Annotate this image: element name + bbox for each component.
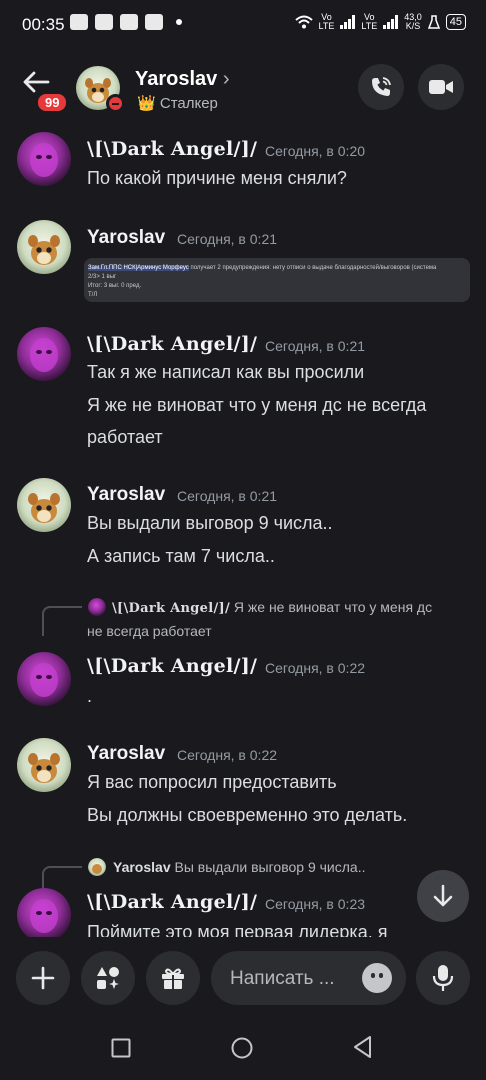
signal-icon xyxy=(383,15,399,29)
avatar[interactable] xyxy=(17,888,71,937)
battery-indicator: 45 xyxy=(445,14,466,30)
timestamp: Сегодня, в 0:21 xyxy=(265,338,366,354)
network-label-1: Vo LTE xyxy=(318,12,335,31)
avatar[interactable] xyxy=(17,220,71,274)
timestamp: Сегодня, в 0:23 xyxy=(265,896,366,912)
crown-icon: 👑 xyxy=(137,95,156,112)
reply-author: \[\Dark Angel/]/ xyxy=(112,601,231,616)
reply-connector xyxy=(42,606,82,636)
network-label-2: Vo LTE xyxy=(361,12,378,31)
timestamp: Сегодня, в 0:20 xyxy=(265,143,366,159)
reply-text: не всегда работает xyxy=(87,623,212,639)
message-text: Вы должны своевременно это делать. xyxy=(87,805,408,825)
video-camera-icon xyxy=(429,80,453,94)
embed-text: Итог: 3 выг. 0 пред. xyxy=(88,283,142,289)
network-speed: 43,0 K/S xyxy=(404,12,422,31)
author-name[interactable]: Yaroslav xyxy=(87,227,165,249)
avatar[interactable] xyxy=(17,738,71,792)
system-indicators: Vo LTE Vo LTE 43,0 K/S 45 xyxy=(294,12,466,31)
unread-badge: 99 xyxy=(36,92,69,113)
message-text: работает xyxy=(87,427,163,447)
message-list[interactable]: \[\Dark Angel/]/ Сегодня, в 0:20 По како… xyxy=(0,122,486,937)
message-text: По какой причине меня сняли? xyxy=(87,168,347,188)
avatar[interactable] xyxy=(17,327,71,381)
message-attachment[interactable]: Зам.Гл.ППС НСК|Арминус Морфеус получает … xyxy=(84,258,470,302)
jump-to-latest-button[interactable] xyxy=(417,870,469,922)
arrow-down-icon xyxy=(433,884,453,907)
apps-icon xyxy=(97,967,119,989)
app-icon xyxy=(145,14,163,30)
phone-icon xyxy=(372,77,391,96)
timestamp: Сегодня, в 0:21 xyxy=(177,231,278,247)
signal-icon xyxy=(340,15,356,29)
message-text: Поймите это моя первая лидерка, я xyxy=(87,922,388,937)
reply-author: Yaroslav xyxy=(113,859,171,875)
reply-text: Вы выдали выговор 9 числа.. xyxy=(174,859,366,875)
plus-icon xyxy=(31,966,55,990)
author-name[interactable]: Yaroslav xyxy=(87,743,165,765)
custom-status: 👑 Сталкер xyxy=(137,94,218,112)
message-text: Вы выдали выговор 9 числа.. xyxy=(87,513,333,533)
home-icon[interactable] xyxy=(231,1037,253,1059)
emoji-icon[interactable] xyxy=(362,963,392,993)
embed-text: 2/3> 1 выг xyxy=(88,274,117,280)
channel-title[interactable]: Yaroslav › xyxy=(135,68,230,91)
attach-button[interactable] xyxy=(16,951,70,1005)
flask-icon xyxy=(427,15,440,29)
timestamp: Сегодня, в 0:21 xyxy=(177,488,278,504)
message-text: А запись там 7 числа.. xyxy=(87,546,275,566)
author-name[interactable]: \[\Dark Angel/]/ xyxy=(87,333,257,355)
author-name[interactable]: \[\Dark Angel/]/ xyxy=(87,655,257,677)
voice-message-button[interactable] xyxy=(416,951,470,1005)
channel-header: 99 Yaroslav › 👑 Сталкер xyxy=(0,56,486,120)
recents-icon[interactable] xyxy=(111,1038,131,1058)
telegram-icon xyxy=(120,14,138,30)
gift-icon xyxy=(162,968,184,989)
recipient-name: Yaroslav xyxy=(135,68,218,90)
author-name[interactable]: \[\Dark Angel/]/ xyxy=(87,138,257,160)
custom-status-text: Сталкер xyxy=(159,95,218,112)
more-dot-icon xyxy=(176,19,182,25)
message-text: Я вас попросил предоставить xyxy=(87,772,337,792)
gift-button[interactable] xyxy=(146,951,200,1005)
embed-text: получает 2 предупреждения: нету отписи о… xyxy=(188,265,437,271)
notification-icons xyxy=(70,14,182,30)
reply-preview[interactable]: \[\Dark Angel/]/ Я же не виноват что у м… xyxy=(112,599,432,616)
embed-text: Т/Л xyxy=(88,292,98,298)
discord-icon xyxy=(95,14,113,30)
chevron-right-icon: › xyxy=(222,68,230,90)
system-navigation-bar xyxy=(0,1017,486,1080)
avatar[interactable] xyxy=(17,132,71,186)
avatar[interactable] xyxy=(17,652,71,706)
reply-avatar xyxy=(88,598,106,616)
author-name[interactable]: \[\Dark Angel/]/ xyxy=(87,891,257,913)
reply-text: Я же не виноват что у меня дс xyxy=(233,599,433,615)
video-call-button[interactable] xyxy=(418,64,464,110)
status-time: 00:35 xyxy=(22,15,65,34)
microphone-icon xyxy=(432,965,454,991)
message-text: Я же не виноват что у меня дс не всегда xyxy=(87,395,427,415)
timestamp: Сегодня, в 0:22 xyxy=(177,747,278,763)
status-bar: 00:35 Vo LTE Vo LTE 43,0 K/S 45 xyxy=(0,0,486,50)
reply-avatar xyxy=(88,858,106,876)
embed-highlight: Зам.Гл.ППС НСК|Арминус Морфеус xyxy=(88,265,189,271)
message-composer xyxy=(0,937,486,1017)
timestamp: Сегодня, в 0:22 xyxy=(265,660,366,676)
dnd-status-icon xyxy=(106,94,125,113)
message-text: . xyxy=(87,686,93,706)
avatar[interactable] xyxy=(17,478,71,532)
message-text: Так я же написал как вы просили xyxy=(87,362,365,382)
back-icon[interactable] xyxy=(352,1035,372,1059)
discord-icon xyxy=(70,14,88,30)
author-name[interactable]: Yaroslav xyxy=(87,484,165,506)
message-input-container[interactable] xyxy=(211,951,406,1007)
reply-preview[interactable]: Yaroslav Вы выдали выговор 9 числа.. xyxy=(113,859,365,875)
apps-button[interactable] xyxy=(81,951,135,1005)
wifi-icon xyxy=(294,15,313,29)
message-input[interactable] xyxy=(228,951,344,1007)
call-button[interactable] xyxy=(358,64,404,110)
